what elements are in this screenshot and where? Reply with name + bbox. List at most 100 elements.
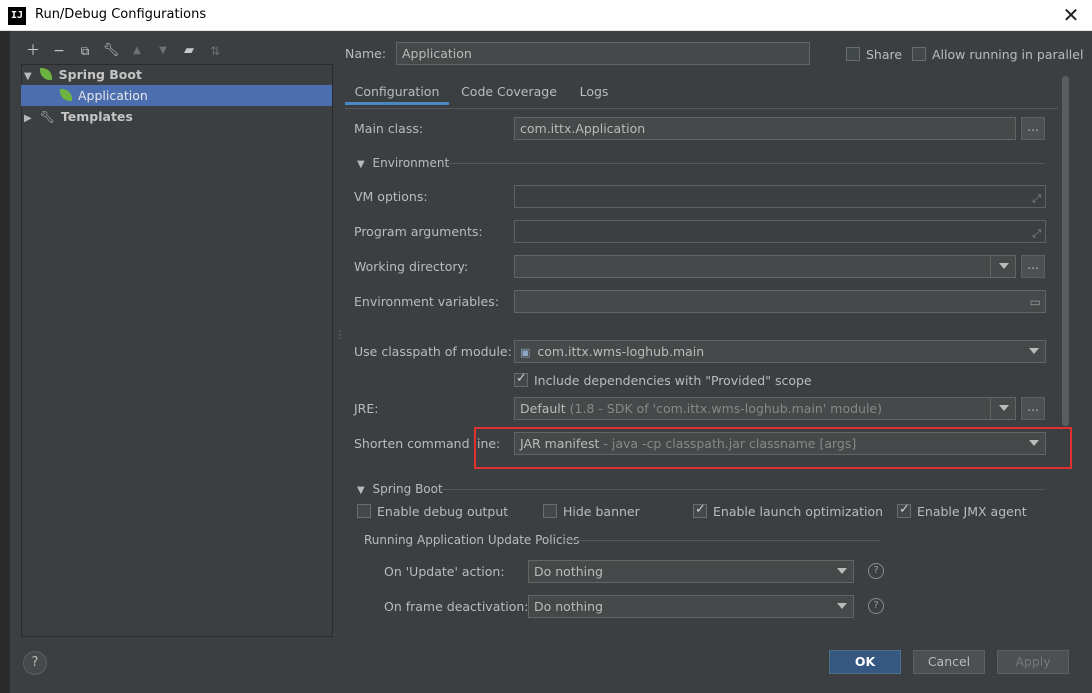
cancel-button[interactable]: Cancel bbox=[913, 650, 985, 674]
include-deps-label: Include dependencies with "Provided" sco… bbox=[534, 373, 812, 388]
name-label: Name: bbox=[345, 46, 387, 61]
tab-logs[interactable]: Logs bbox=[570, 79, 618, 105]
chevron-down-icon bbox=[1029, 348, 1039, 354]
close-icon[interactable]: ✕ bbox=[1060, 4, 1082, 26]
hide-banner-label: Hide banner bbox=[563, 504, 640, 519]
main-class-input[interactable]: com.ittx.Application bbox=[514, 117, 1016, 140]
environment-section[interactable]: ▼ Environment bbox=[357, 156, 449, 170]
expand-icon[interactable]: ⤢ bbox=[1032, 188, 1041, 209]
config-tree bbox=[21, 64, 333, 637]
frame-deactivation-label: On frame deactivation: bbox=[384, 599, 529, 614]
env-vars-input[interactable]: ▭ bbox=[514, 290, 1046, 313]
folder-icon[interactable]: ▰ bbox=[180, 42, 198, 60]
main-class-browse-button[interactable]: ... bbox=[1021, 117, 1045, 140]
parallel-checkbox[interactable] bbox=[912, 47, 926, 61]
jre-value: Default bbox=[520, 401, 566, 416]
tree-item-application[interactable]: Application bbox=[60, 85, 148, 106]
chevron-down-icon: ▼ bbox=[357, 485, 365, 496]
jmx-agent-label: Enable JMX agent bbox=[917, 504, 1027, 519]
ok-button[interactable]: OK bbox=[829, 650, 901, 674]
jre-browse-button[interactable]: ... bbox=[1021, 397, 1045, 420]
vertical-scrollbar[interactable] bbox=[1062, 76, 1069, 426]
help-button[interactable]: ? bbox=[23, 651, 47, 675]
add-icon[interactable]: ＋ bbox=[24, 42, 42, 60]
copy-icon[interactable]: ⧉ bbox=[76, 42, 94, 60]
include-deps-checkbox[interactable] bbox=[514, 371, 528, 387]
title-bar: IJ Run/Debug Configurations ✕ bbox=[0, 0, 1092, 31]
tree-item-spring-boot[interactable]: ▼ Spring Boot bbox=[24, 64, 142, 85]
policies-divider bbox=[564, 540, 880, 541]
module-icon: ▣ bbox=[520, 346, 531, 359]
jre-detail: (1.8 - SDK of 'com.ittx.wms-loghub.main'… bbox=[569, 401, 882, 416]
environment-divider bbox=[447, 163, 1045, 164]
vm-options-input[interactable]: ⤢ bbox=[514, 185, 1046, 208]
tree-item-label: Templates bbox=[60, 109, 133, 124]
working-dir-label: Working directory: bbox=[354, 259, 469, 274]
update-action-select[interactable]: Do nothing bbox=[528, 560, 854, 583]
jmx-agent-checkbox[interactable] bbox=[897, 502, 911, 518]
working-dir-input[interactable] bbox=[514, 255, 1016, 278]
dropdown-separator bbox=[990, 256, 991, 277]
tab-code-coverage[interactable]: Code Coverage bbox=[455, 79, 563, 105]
chevron-down-icon bbox=[837, 603, 847, 609]
chevron-down-icon[interactable]: ▼ bbox=[24, 71, 32, 82]
spring-app-icon bbox=[60, 89, 72, 101]
help-icon[interactable]: ? bbox=[868, 598, 884, 614]
share-checkbox[interactable] bbox=[846, 47, 860, 61]
chevron-down-icon[interactable] bbox=[999, 405, 1009, 411]
policies-title: Running Application Update Policies bbox=[364, 533, 580, 547]
move-down-icon[interactable]: ▼ bbox=[154, 42, 172, 60]
update-action-label: On 'Update' action: bbox=[384, 564, 505, 579]
debug-output-checkbox[interactable] bbox=[357, 504, 371, 518]
working-dir-browse-button[interactable]: ... bbox=[1021, 255, 1045, 278]
sort-icon[interactable]: ⇅ bbox=[206, 42, 224, 60]
jre-select[interactable]: Default (1.8 - SDK of 'com.ittx.wms-logh… bbox=[514, 397, 1016, 420]
vm-options-label: VM options: bbox=[354, 189, 428, 204]
intellij-logo-icon: IJ bbox=[8, 7, 26, 25]
classpath-value: com.ittx.wms-loghub.main bbox=[537, 344, 705, 359]
tree-item-templates[interactable]: ▶ 🔧︎ Templates bbox=[24, 106, 133, 127]
env-vars-label: Environment variables: bbox=[354, 294, 499, 309]
frame-deactivation-value: Do nothing bbox=[534, 599, 603, 614]
chevron-down-icon: ▼ bbox=[357, 159, 365, 170]
program-args-label: Program arguments: bbox=[354, 224, 483, 239]
remove-icon[interactable]: − bbox=[50, 42, 68, 60]
program-args-input[interactable]: ⤢ bbox=[514, 220, 1046, 243]
debug-output-label: Enable debug output bbox=[377, 504, 509, 519]
background-editor bbox=[0, 31, 10, 693]
environment-label: Environment bbox=[372, 156, 450, 170]
main-class-label: Main class: bbox=[354, 121, 424, 136]
tree-item-label: Spring Boot bbox=[58, 67, 142, 82]
window-title: Run/Debug Configurations bbox=[35, 7, 207, 22]
wrench-icon[interactable]: 🔧︎ bbox=[102, 42, 120, 60]
hide-banner-checkbox[interactable] bbox=[543, 504, 557, 518]
launch-optimization-label: Enable launch optimization bbox=[713, 504, 884, 519]
chevron-down-icon bbox=[837, 568, 847, 574]
launch-optimization-checkbox[interactable] bbox=[693, 502, 707, 518]
help-icon[interactable]: ? bbox=[868, 563, 884, 579]
splitter-handle[interactable]: ⋮ bbox=[335, 330, 345, 341]
spring-boot-icon bbox=[39, 68, 52, 80]
tabs-divider bbox=[345, 108, 1058, 109]
share-label: Share bbox=[866, 47, 903, 62]
highlight-box bbox=[474, 427, 1072, 469]
jre-label: JRE: bbox=[354, 401, 379, 416]
tree-item-label: Application bbox=[77, 88, 148, 103]
apply-button[interactable]: Apply bbox=[997, 650, 1069, 674]
classpath-label: Use classpath of module: bbox=[354, 344, 512, 359]
dropdown-separator bbox=[990, 398, 991, 419]
spring-boot-label: Spring Boot bbox=[372, 482, 443, 496]
expand-icon[interactable]: ⤢ bbox=[1032, 223, 1041, 244]
classpath-select[interactable]: ▣ com.ittx.wms-loghub.main bbox=[514, 340, 1046, 363]
move-up-icon[interactable]: ▲ bbox=[128, 42, 146, 60]
wrench-icon: 🔧︎ bbox=[39, 110, 55, 124]
name-input[interactable]: Application bbox=[396, 42, 810, 65]
chevron-down-icon[interactable] bbox=[999, 263, 1009, 269]
spring-boot-divider bbox=[442, 489, 1045, 490]
spring-boot-section[interactable]: ▼ Spring Boot bbox=[357, 482, 443, 496]
tab-configuration[interactable]: Configuration bbox=[345, 79, 449, 105]
chevron-right-icon[interactable]: ▶ bbox=[24, 113, 32, 124]
frame-deactivation-select[interactable]: Do nothing bbox=[528, 595, 854, 618]
parallel-label: Allow running in parallel bbox=[932, 47, 1084, 62]
folder-icon[interactable]: ▭ bbox=[1030, 292, 1041, 313]
